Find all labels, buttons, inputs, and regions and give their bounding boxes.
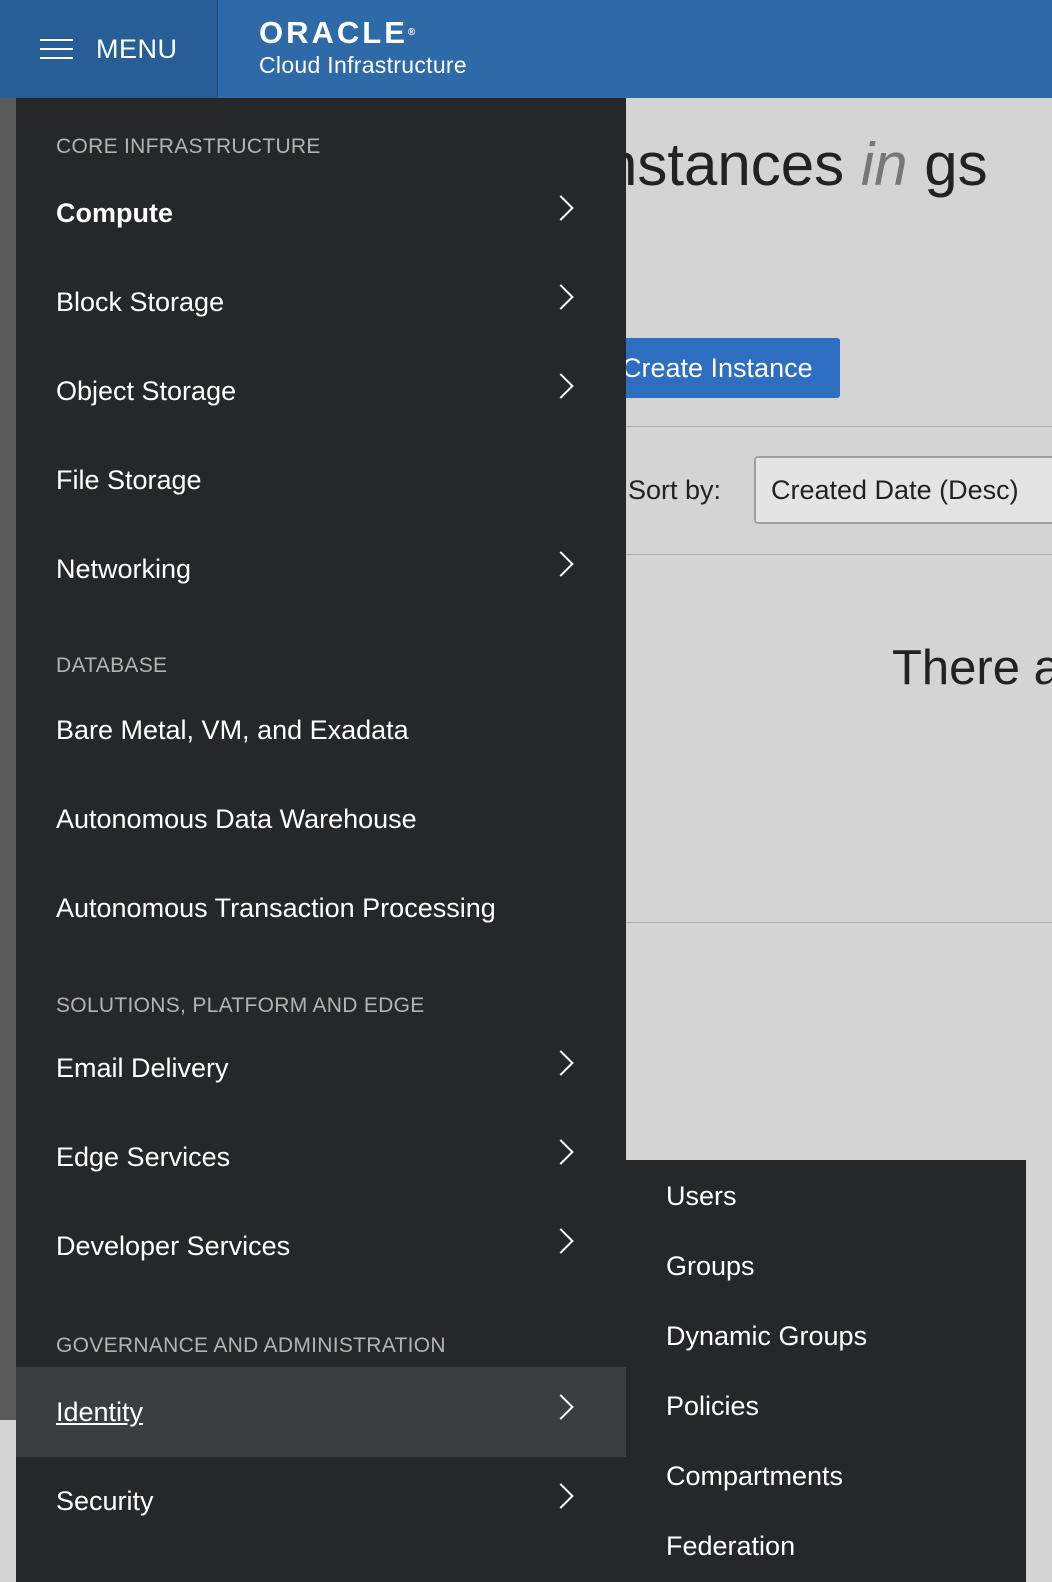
top-bar: MENU ORACLE® Cloud Infrastructure <box>0 0 1052 98</box>
chevron-right-icon <box>548 284 574 310</box>
chevron-right-icon <box>548 373 574 399</box>
nav-item-label: Developer Services <box>56 1231 291 1261</box>
oracle-logo[interactable]: ORACLE® Cloud Infrastructure <box>218 0 467 98</box>
section-core-infrastructure: CORE INFRASTRUCTURE <box>56 135 321 158</box>
submenu-item-policies[interactable]: Policies <box>666 1386 759 1426</box>
submenu-item-compartments[interactable]: Compartments <box>666 1456 843 1496</box>
nav-item-security[interactable]: Security <box>16 1456 626 1546</box>
nav-item-label: Bare Metal, VM, and Exadata <box>56 715 409 745</box>
sort-label: Sort by: <box>628 475 722 505</box>
page-title-text: nstances <box>604 131 845 198</box>
submenu-item-users[interactable]: Users <box>666 1176 737 1216</box>
toolbar-divider-top <box>620 426 1052 427</box>
chevron-right-icon <box>548 1228 574 1254</box>
nav-item-label: File Storage <box>56 465 202 495</box>
submenu-item-federation[interactable]: Federation <box>666 1526 795 1566</box>
submenu-item-groups[interactable]: Groups <box>666 1246 755 1286</box>
brand-subtitle: Cloud Infrastructure <box>259 52 467 78</box>
chevron-right-icon <box>548 1139 574 1165</box>
nav-item-label: Identity <box>56 1397 144 1427</box>
section-solutions-platform-edge: SOLUTIONS, PLATFORM AND EDGE <box>56 994 425 1017</box>
chevron-right-icon <box>548 551 574 577</box>
create-instance-button[interactable]: Create Instance <box>600 338 840 398</box>
list-divider <box>620 922 1052 923</box>
page-title-compartment: gs <box>924 131 988 198</box>
nav-item-edge-services[interactable]: Edge Services <box>16 1112 626 1202</box>
nav-item-autonomous-data-warehouse[interactable]: Autonomous Data Warehouse <box>16 774 626 864</box>
page-left-edge <box>0 98 16 1420</box>
nav-item-email-delivery[interactable]: Email Delivery <box>16 1023 626 1113</box>
section-database: DATABASE <box>56 654 168 677</box>
nav-item-label: Autonomous Data Warehouse <box>56 804 417 834</box>
toolbar-divider-bottom <box>620 554 1052 555</box>
section-governance-administration: GOVERNANCE AND ADMINISTRATION <box>56 1334 446 1357</box>
nav-item-identity[interactable]: Identity <box>16 1367 626 1457</box>
empty-state-text: There a <box>892 641 1052 695</box>
nav-item-label: Email Delivery <box>56 1053 229 1083</box>
hamburger-icon <box>40 37 73 61</box>
chevron-right-icon <box>548 195 574 221</box>
nav-item-label: Security <box>56 1486 154 1516</box>
chevron-right-icon <box>548 1050 574 1076</box>
nav-item-compute[interactable]: Compute <box>16 168 626 258</box>
identity-submenu: Users Groups Dynamic Groups Policies Com… <box>626 1160 1026 1582</box>
navigation-drawer: CORE INFRASTRUCTURE Compute Block Storag… <box>16 98 626 1582</box>
page-title: nstances in gs <box>604 130 988 199</box>
menu-label: MENU <box>96 33 178 64</box>
nav-item-label: Compute <box>56 198 173 228</box>
nav-item-bare-metal-vm-exadata[interactable]: Bare Metal, VM, and Exadata <box>16 685 626 775</box>
nav-item-label: Block Storage <box>56 287 225 317</box>
chevron-right-icon <box>548 1394 574 1420</box>
submenu-item-dynamic-groups[interactable]: Dynamic Groups <box>666 1316 867 1356</box>
nav-item-label: Edge Services <box>56 1142 231 1172</box>
nav-item-autonomous-transaction-processing[interactable]: Autonomous Transaction Processing <box>16 863 626 953</box>
chevron-right-icon <box>548 1483 574 1509</box>
page-title-in: in <box>860 131 908 198</box>
oracle-wordmark: ORACLE® <box>259 15 416 50</box>
nav-item-networking[interactable]: Networking <box>16 524 626 614</box>
nav-item-block-storage[interactable]: Block Storage <box>16 257 626 347</box>
nav-item-label: Object Storage <box>56 376 237 406</box>
nav-item-label: Autonomous Transaction Processing <box>56 893 496 923</box>
nav-item-object-storage[interactable]: Object Storage <box>16 346 626 436</box>
nav-item-developer-services[interactable]: Developer Services <box>16 1201 626 1291</box>
sort-select[interactable]: Created Date (Desc) <box>754 456 1052 524</box>
nav-item-label: Networking <box>56 554 192 584</box>
menu-button[interactable]: MENU <box>0 0 218 98</box>
nav-item-file-storage[interactable]: File Storage <box>16 435 626 525</box>
